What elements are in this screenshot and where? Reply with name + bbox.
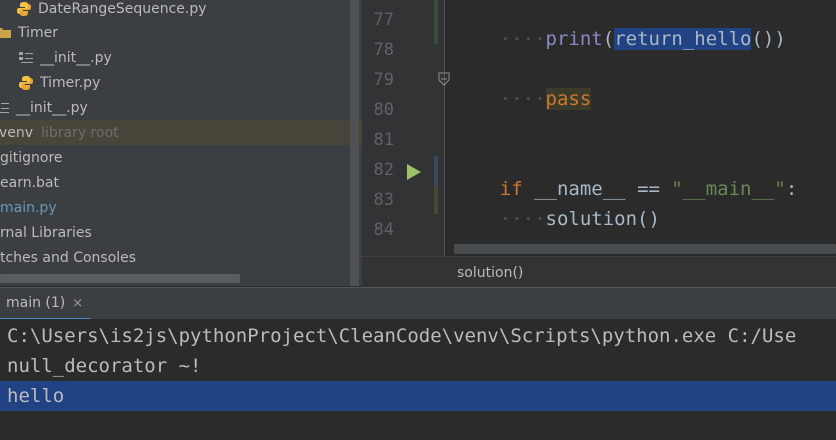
tree-item-label: DateRangeSequence.py [38, 0, 207, 17]
folder-icon [0, 27, 11, 38]
run-icon[interactable] [406, 163, 422, 181]
tree-item-timer-init[interactable]: __init__.py [0, 45, 362, 70]
tree-item-timer-py[interactable]: Timer.py [0, 70, 362, 95]
line-number: 77 [373, 10, 394, 30]
code-line-79: ····pass [499, 88, 592, 110]
run-tool-window-header: main (1) × [0, 287, 836, 320]
horizontal-scrollbar[interactable] [0, 274, 240, 283]
tree-item-root-init[interactable]: __init__.py [0, 95, 362, 120]
breadcrumb-item[interactable]: solution() [457, 265, 523, 281]
tree-item-label: Timer [18, 24, 59, 41]
project-tree-panel: DateRangeSequence.py Timer __init__.py T… [0, 0, 362, 286]
python-file-icon [17, 1, 31, 16]
python-file-icon [19, 75, 33, 90]
editor-gutter [362, 0, 444, 256]
run-tab-label: main (1) [6, 295, 66, 311]
line-number: 84 [373, 220, 394, 240]
code-editor[interactable]: 77 78 79 80 81 82 83 84 ····print(return… [362, 0, 836, 256]
tree-item-label: venv [0, 124, 34, 141]
tree-item-external-libraries[interactable]: rnal Libraries [0, 220, 362, 245]
sidebar-splitter[interactable] [350, 0, 359, 286]
fold-end-icon[interactable] [438, 72, 450, 86]
tree-item-venv[interactable]: venv library root [0, 120, 362, 145]
tree-item-label: rnal Libraries [0, 224, 92, 241]
gutter-separator [444, 0, 445, 256]
editor-horizontal-scrollbar[interactable] [454, 244, 836, 254]
tree-item-label: __init__.py [16, 99, 88, 116]
line-number: 79 [373, 70, 394, 90]
run-console[interactable]: C:\Users\is2js\pythonProject\CleanCode\v… [0, 319, 836, 440]
change-marker [434, 156, 438, 186]
line-number: 81 [373, 130, 394, 150]
tree-item-label: main.py [0, 199, 57, 216]
change-marker [434, 0, 438, 44]
tree-item-main-py[interactable]: main.py [0, 195, 362, 220]
console-line: C:\Users\is2js\pythonProject\CleanCode\v… [7, 325, 797, 347]
console-line: null_decorator ~! [7, 355, 202, 377]
line-number: 83 [373, 190, 394, 210]
close-icon[interactable]: × [72, 296, 83, 311]
tree-item-label: Timer.py [40, 74, 101, 91]
console-line-selected: hello [0, 381, 836, 411]
tree-item-learn-bat[interactable]: earn.bat [0, 170, 362, 195]
tree-item-gitignore[interactable]: gitignore [0, 145, 362, 170]
library-root-hint: library root [41, 124, 119, 141]
selected-text: return_hello [614, 28, 752, 50]
line-number: 82 [373, 160, 394, 180]
tree-item-label: earn.bat [0, 174, 59, 191]
tree-item-label: tches and Consoles [0, 249, 137, 266]
breadcrumb-bar: solution() [362, 256, 836, 288]
change-marker [434, 186, 438, 214]
tree-item-timer-folder[interactable]: Timer [0, 20, 362, 45]
code-line-83: ····solution() [499, 208, 660, 230]
code-line-77: ····print(return_hello()) [499, 28, 786, 50]
tree-item-label: __init__.py [40, 49, 112, 66]
run-tab-main[interactable]: main (1) × [0, 288, 92, 320]
line-number: 80 [373, 100, 394, 120]
tree-item-daterangesequence[interactable]: DateRangeSequence.py [0, 0, 362, 21]
line-number: 78 [373, 40, 394, 60]
init-file-icon [0, 102, 9, 113]
tree-item-label: gitignore [0, 149, 63, 166]
tree-item-scratches-consoles[interactable]: tches and Consoles [0, 245, 362, 270]
init-file-icon [19, 51, 33, 63]
